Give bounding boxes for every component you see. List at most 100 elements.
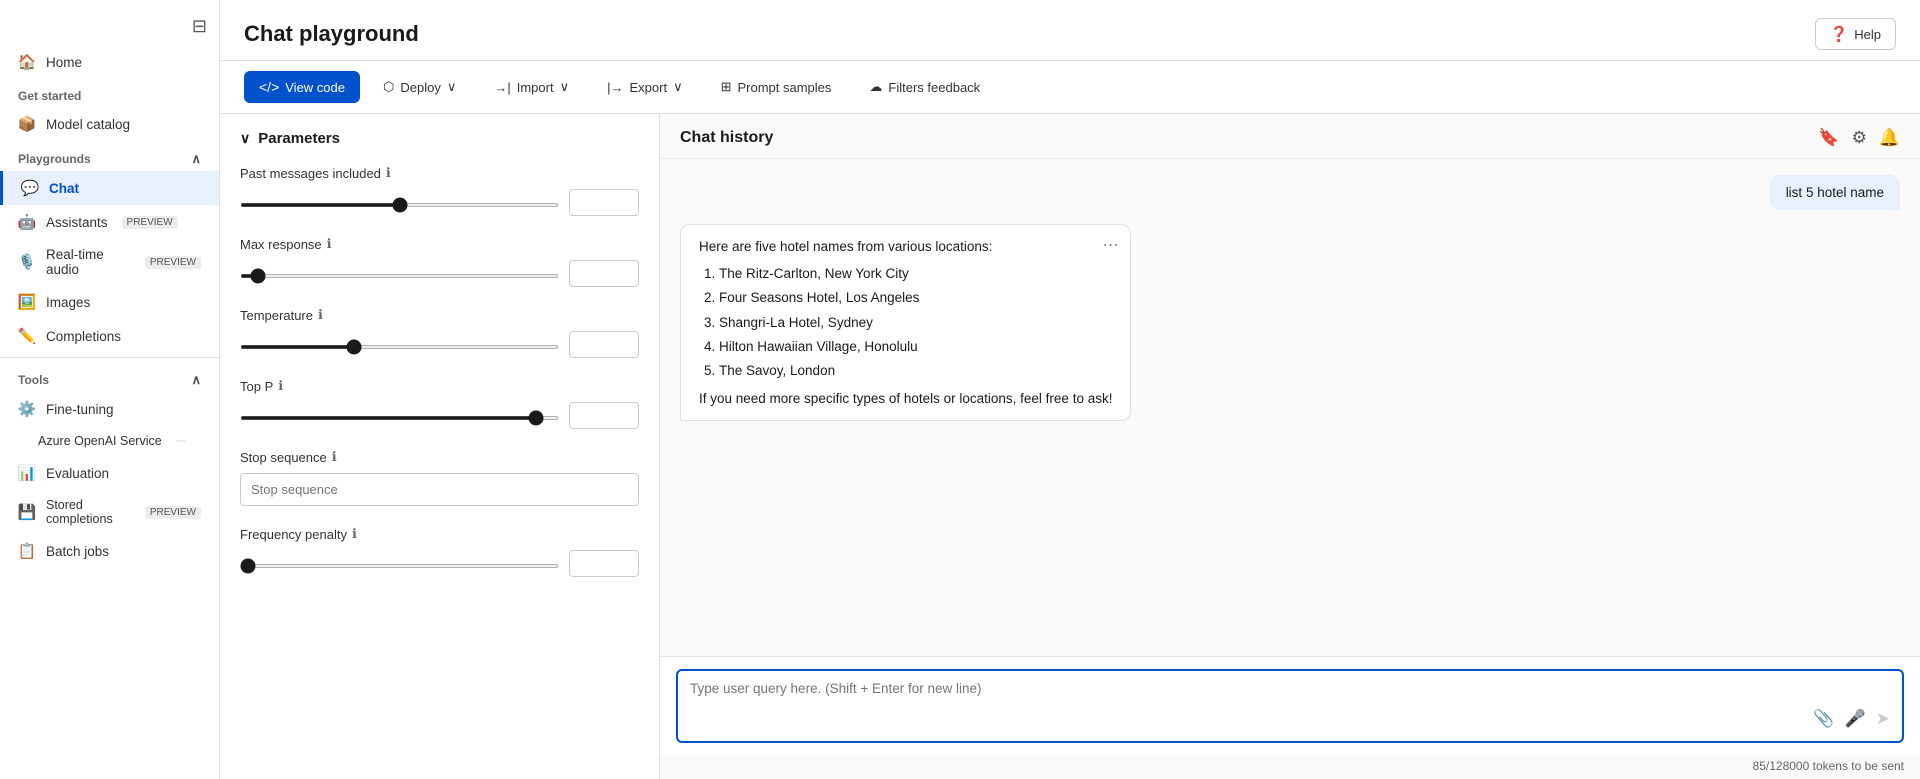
temperature-slider-wrapper bbox=[240, 336, 559, 354]
hotel-item-4: Hilton Hawaiian Village, Honolulu bbox=[719, 337, 1112, 357]
sidebar-section-tools: Tools ∧ bbox=[0, 362, 219, 392]
completions-icon: ✏️ bbox=[18, 327, 36, 345]
sidebar-item-batch-jobs[interactable]: 📋 Batch jobs bbox=[0, 534, 219, 568]
frequency-penalty-input[interactable]: 0 bbox=[569, 550, 639, 577]
view-code-label: View code bbox=[285, 80, 345, 95]
sidebar-item-home[interactable]: 🏠 Home bbox=[0, 45, 219, 79]
export-icon: |→ bbox=[607, 80, 623, 95]
view-code-button[interactable]: </> View code bbox=[244, 71, 360, 103]
sidebar-stored-completions-label: Stored completions bbox=[46, 498, 131, 526]
top-p-slider[interactable] bbox=[240, 416, 559, 420]
sidebar-item-stored-completions[interactable]: 💾 Stored completions PREVIEW bbox=[0, 490, 219, 534]
filters-feedback-label: Filters feedback bbox=[888, 80, 980, 95]
hotel-list: The Ritz-Carlton, New York City Four Sea… bbox=[719, 264, 1112, 381]
chat-history-title: Chat history bbox=[680, 129, 773, 147]
sidebar-item-fine-tuning[interactable]: ⚙️ Fine-tuning bbox=[0, 392, 219, 426]
sidebar-item-assistants[interactable]: 🤖 Assistants PREVIEW bbox=[0, 205, 219, 239]
hotel-item-5: The Savoy, London bbox=[719, 361, 1112, 381]
sidebar-assistants-label: Assistants bbox=[46, 215, 108, 230]
past-messages-slider[interactable] bbox=[240, 203, 559, 207]
max-response-group: Max response ℹ 135 bbox=[240, 236, 639, 287]
sidebar-completions-label: Completions bbox=[46, 329, 121, 344]
evaluation-icon: 📊 bbox=[18, 464, 36, 482]
stop-sequence-input[interactable] bbox=[240, 473, 639, 506]
max-response-slider-wrapper bbox=[240, 265, 559, 283]
chat-messages: list 5 hotel name ⋯ Here are five hotel … bbox=[660, 159, 1920, 656]
top-p-info-icon[interactable]: ℹ bbox=[278, 378, 283, 394]
sidebar-item-evaluation[interactable]: 📊 Evaluation bbox=[0, 456, 219, 490]
sidebar-item-realtime-audio[interactable]: 🎙️ Real-time audio PREVIEW bbox=[0, 239, 219, 285]
more-options-icon[interactable]: ⋯ bbox=[1102, 235, 1118, 255]
bookmark-icon[interactable]: 🔖 bbox=[1818, 128, 1839, 148]
export-button[interactable]: |→ Export ∨ bbox=[592, 71, 697, 103]
view-code-icon: </> bbox=[259, 79, 279, 95]
fine-tuning-icon: ⚙️ bbox=[18, 400, 36, 418]
sidebar-images-label: Images bbox=[46, 295, 90, 310]
top-p-label: Top P ℹ bbox=[240, 378, 639, 394]
sidebar-section-get-started: Get started bbox=[0, 79, 219, 107]
max-response-info-icon[interactable]: ℹ bbox=[327, 236, 332, 252]
deploy-chevron-icon: ∨ bbox=[447, 79, 457, 95]
frequency-penalty-info-icon[interactable]: ℹ bbox=[352, 526, 357, 542]
deploy-button[interactable]: ⬡ Deploy ∨ bbox=[368, 71, 471, 103]
page-title: Chat playground bbox=[244, 21, 419, 47]
temperature-info-icon[interactable]: ℹ bbox=[318, 307, 323, 323]
import-label: Import bbox=[517, 80, 554, 95]
parameters-panel: ∨ Parameters Past messages included ℹ 10 bbox=[220, 114, 660, 779]
chat-input-wrapper: 📎 🎤 ➤ bbox=[676, 669, 1904, 743]
parameters-collapse-icon: ∨ bbox=[240, 130, 250, 147]
sidebar-item-images[interactable]: 🖼️ Images bbox=[0, 285, 219, 319]
sidebar-item-completions[interactable]: ✏️ Completions bbox=[0, 319, 219, 353]
sidebar-realtime-label: Real-time audio bbox=[46, 247, 131, 277]
temperature-group: Temperature ℹ 0.7 bbox=[240, 307, 639, 358]
temperature-input[interactable]: 0.7 bbox=[569, 331, 639, 358]
attach-icon[interactable]: 📎 bbox=[1813, 709, 1834, 729]
microphone-icon[interactable]: 🎤 bbox=[1845, 709, 1866, 729]
temperature-label: Temperature ℹ bbox=[240, 307, 639, 323]
prompt-samples-button[interactable]: ⊞ Prompt samples bbox=[706, 71, 847, 103]
import-icon: →| bbox=[494, 80, 510, 95]
past-messages-info-icon[interactable]: ℹ bbox=[386, 165, 391, 181]
main-area: Chat playground ❓ Help </> View code ⬡ D… bbox=[220, 0, 1920, 779]
sidebar-item-chat[interactable]: 💬 Chat bbox=[0, 171, 219, 205]
frequency-penalty-label: Frequency penalty ℹ bbox=[240, 526, 639, 542]
stop-sequence-info-icon[interactable]: ℹ bbox=[332, 449, 337, 465]
sidebar-azure-openai-label: Azure OpenAI Service bbox=[38, 434, 162, 448]
stored-completions-icon: 💾 bbox=[18, 503, 36, 521]
realtime-audio-icon: 🎙️ bbox=[18, 253, 36, 271]
export-label: Export bbox=[629, 80, 667, 95]
help-button[interactable]: ❓ Help bbox=[1815, 18, 1896, 50]
stored-completions-preview-badge: PREVIEW bbox=[145, 506, 201, 519]
realtime-preview-badge: PREVIEW bbox=[145, 256, 201, 269]
export-chevron-icon: ∨ bbox=[673, 79, 683, 95]
filters-feedback-button[interactable]: ☁ Filters feedback bbox=[854, 71, 995, 103]
collapse-icon[interactable]: ⊟ bbox=[192, 16, 207, 37]
hotel-item-3: Shangri-La Hotel, Sydney bbox=[719, 313, 1112, 333]
chat-input-area: 📎 🎤 ➤ bbox=[660, 656, 1920, 755]
max-response-input[interactable]: 135 bbox=[569, 260, 639, 287]
sidebar-item-azure-openai[interactable]: Azure OpenAI Service bbox=[0, 426, 219, 456]
chat-input[interactable] bbox=[690, 681, 1813, 731]
filters-feedback-icon: ☁ bbox=[869, 79, 882, 95]
settings-icon[interactable]: ⚙ bbox=[1852, 128, 1867, 148]
sidebar-model-catalog-label: Model catalog bbox=[46, 117, 130, 132]
frequency-penalty-slider[interactable] bbox=[240, 564, 559, 568]
sidebar-collapse-button[interactable]: ⊟ bbox=[0, 8, 219, 45]
top-p-input[interactable]: 0.95 bbox=[569, 402, 639, 429]
import-button[interactable]: →| Import ∨ bbox=[479, 71, 584, 103]
past-messages-input[interactable]: 10 bbox=[569, 189, 639, 216]
assistant-outro: If you need more specific types of hotel… bbox=[699, 391, 1112, 406]
send-icon[interactable]: ➤ bbox=[1876, 709, 1890, 729]
home-icon: 🏠 bbox=[18, 53, 36, 71]
volume-icon[interactable]: 🔔 bbox=[1879, 128, 1900, 148]
help-icon: ❓ bbox=[1830, 25, 1849, 43]
max-response-label: Max response ℹ bbox=[240, 236, 639, 252]
images-icon: 🖼️ bbox=[18, 293, 36, 311]
user-message: list 5 hotel name bbox=[1770, 175, 1900, 210]
parameters-section-header[interactable]: ∨ Parameters bbox=[240, 130, 639, 147]
temperature-slider[interactable] bbox=[240, 345, 559, 349]
max-response-slider[interactable] bbox=[240, 274, 559, 278]
temperature-slider-row: 0.7 bbox=[240, 331, 639, 358]
sidebar-item-model-catalog[interactable]: 📦 Model catalog bbox=[0, 107, 219, 141]
max-response-slider-row: 135 bbox=[240, 260, 639, 287]
